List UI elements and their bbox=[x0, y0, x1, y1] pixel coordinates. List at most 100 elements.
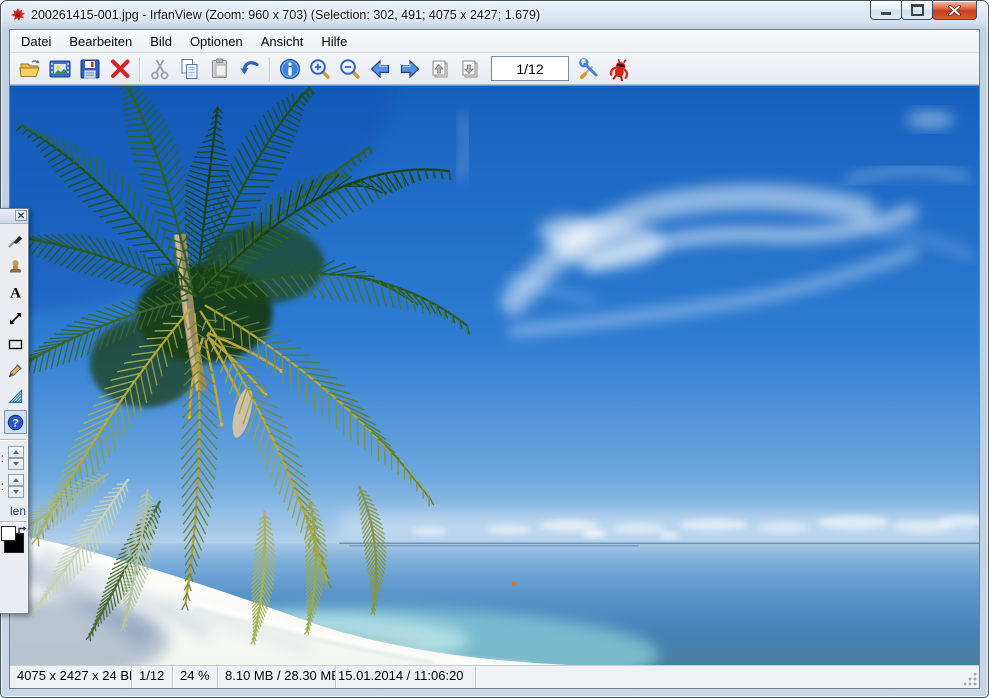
eyedropper-tool-button[interactable] bbox=[4, 358, 27, 382]
help-tool-button[interactable]: ? bbox=[4, 410, 27, 434]
irfanview-window: 200261415-001.jpg - IrfanView (Zoom: 960… bbox=[0, 0, 989, 698]
cut-icon bbox=[148, 57, 172, 81]
settings-icon bbox=[578, 57, 602, 81]
save-icon bbox=[78, 57, 102, 81]
close-icon bbox=[948, 5, 961, 16]
open-button[interactable] bbox=[15, 55, 45, 83]
copy-icon bbox=[178, 57, 202, 81]
delete-icon bbox=[108, 57, 132, 81]
color-swatches bbox=[0, 526, 28, 562]
devil-icon bbox=[608, 57, 632, 81]
statusbar: 4075 x 2427 x 24 BPP 1/12 24 % 8.10 MB /… bbox=[10, 665, 979, 688]
arrow-tool-button[interactable] bbox=[4, 306, 27, 330]
panel-label-transparency: nz: bbox=[0, 479, 4, 493]
next-icon bbox=[398, 57, 422, 81]
menu-optionen[interactable]: Optionen bbox=[181, 31, 252, 52]
titlebar[interactable]: 200261415-001.jpg - IrfanView (Zoom: 960… bbox=[1, 1, 988, 29]
svg-text:?: ? bbox=[12, 417, 19, 429]
toolbar-separator bbox=[269, 57, 271, 81]
about-button[interactable] bbox=[605, 55, 635, 83]
undo-button[interactable] bbox=[235, 55, 265, 83]
page-number-input[interactable] bbox=[491, 56, 569, 81]
clone-stamp-tool-button[interactable] bbox=[4, 254, 27, 278]
copy-button[interactable] bbox=[175, 55, 205, 83]
settings-button[interactable] bbox=[575, 55, 605, 83]
minimize-icon bbox=[881, 12, 891, 15]
delete-button[interactable] bbox=[105, 55, 135, 83]
paint-tools: A bbox=[0, 224, 28, 436]
stepper-down[interactable] bbox=[8, 486, 24, 498]
stepper-down[interactable] bbox=[8, 458, 24, 470]
menu-bearbeiten[interactable]: Bearbeiten bbox=[60, 31, 141, 52]
open-icon bbox=[18, 57, 42, 81]
maximize-button[interactable] bbox=[901, 1, 933, 20]
next-image-button[interactable] bbox=[395, 55, 425, 83]
help-icon: ? bbox=[7, 414, 24, 431]
zoom-in-icon bbox=[308, 57, 332, 81]
close-button[interactable] bbox=[932, 1, 977, 20]
status-image-dimensions: 4075 x 2427 x 24 BPP bbox=[10, 666, 132, 688]
info-icon bbox=[278, 57, 302, 81]
svg-text:A: A bbox=[10, 285, 21, 301]
resize-grip[interactable] bbox=[964, 673, 977, 686]
triangle-down-icon bbox=[13, 490, 19, 494]
undo-icon bbox=[238, 57, 262, 81]
clone-stamp-icon bbox=[7, 258, 24, 275]
triangle-up-icon bbox=[13, 478, 19, 482]
swap-colors-icon[interactable] bbox=[17, 525, 28, 536]
triangle-up-icon bbox=[13, 450, 19, 454]
status-page-index: 1/12 bbox=[132, 666, 173, 688]
width-stepper[interactable] bbox=[8, 446, 24, 470]
zoom-out-icon bbox=[338, 57, 362, 81]
previous-image-button[interactable] bbox=[365, 55, 395, 83]
rectangle-icon bbox=[7, 336, 24, 353]
text-icon: A bbox=[7, 284, 24, 301]
paint-panel-titlebar[interactable] bbox=[0, 209, 28, 224]
maximize-icon bbox=[911, 4, 924, 16]
page-down-icon bbox=[458, 57, 482, 81]
stepper-up[interactable] bbox=[8, 474, 24, 486]
window-title: 200261415-001.jpg - IrfanView (Zoom: 960… bbox=[31, 8, 540, 22]
menu-bild[interactable]: Bild bbox=[141, 31, 181, 52]
paint-panel-close-button[interactable] bbox=[15, 210, 27, 221]
page-down-button[interactable] bbox=[455, 55, 485, 83]
brush-tool-button[interactable] bbox=[4, 228, 27, 252]
panel-label-settings[interactable]: len bbox=[10, 504, 26, 518]
buoy bbox=[512, 581, 517, 586]
text-tool-button[interactable]: A bbox=[4, 280, 27, 304]
cut-button[interactable] bbox=[145, 55, 175, 83]
status-zoom-percent: 24 % bbox=[173, 666, 218, 688]
save-button[interactable] bbox=[75, 55, 105, 83]
foreground-color-swatch[interactable] bbox=[1, 526, 16, 541]
stepper-up[interactable] bbox=[8, 446, 24, 458]
menu-datei[interactable]: Datei bbox=[12, 31, 60, 52]
info-button[interactable] bbox=[275, 55, 305, 83]
panel-separator bbox=[0, 439, 26, 441]
zoom-out-button[interactable] bbox=[335, 55, 365, 83]
previous-icon bbox=[368, 57, 392, 81]
menu-hilfe[interactable]: Hilfe bbox=[312, 31, 356, 52]
image-canvas[interactable] bbox=[10, 85, 979, 665]
zoom-in-button[interactable] bbox=[305, 55, 335, 83]
paste-button[interactable] bbox=[205, 55, 235, 83]
minimize-button[interactable] bbox=[870, 1, 902, 20]
toolbar-separator bbox=[139, 57, 141, 81]
paste-icon bbox=[208, 57, 232, 81]
client-area: Datei Bearbeiten Bild Optionen Ansicht H… bbox=[9, 29, 980, 689]
slideshow-button[interactable] bbox=[45, 55, 75, 83]
page-up-button[interactable] bbox=[425, 55, 455, 83]
rectangle-tool-button[interactable] bbox=[4, 332, 27, 356]
arrow-icon bbox=[7, 310, 24, 327]
status-file-size: 8.10 MB / 28.30 MB bbox=[218, 666, 336, 688]
menu-ansicht[interactable]: Ansicht bbox=[252, 31, 313, 52]
horizon-clouds bbox=[339, 512, 979, 540]
transparency-stepper[interactable] bbox=[8, 474, 24, 498]
window-controls bbox=[871, 1, 977, 20]
page-up-icon bbox=[428, 57, 452, 81]
fill-gradient-icon bbox=[7, 388, 24, 405]
brush-icon bbox=[7, 232, 24, 249]
status-empty bbox=[476, 666, 979, 688]
status-file-date: 15.01.2014 / 11:06:20 bbox=[336, 666, 476, 688]
fill-gradient-tool-button[interactable] bbox=[4, 384, 27, 408]
photo-beach-palm bbox=[10, 86, 979, 665]
